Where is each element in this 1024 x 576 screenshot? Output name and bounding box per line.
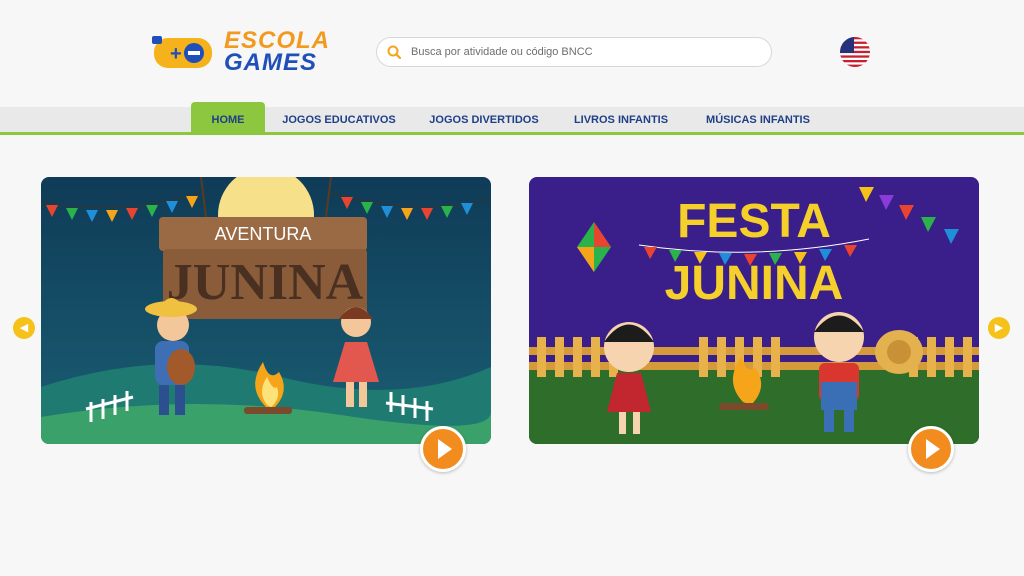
- aventura-junina-illustration: AVENTURA JUNINA: [41, 177, 491, 444]
- card2-title-line1: FESTA: [677, 195, 831, 248]
- us-flag-icon[interactable]: [840, 37, 870, 67]
- site-logo[interactable]: + ESCOLA GAMES: [150, 22, 329, 82]
- nav-item-livros-infantis[interactable]: LIVROS INFANTIS: [568, 102, 674, 134]
- chevron-left-icon[interactable]: ◀: [13, 317, 35, 339]
- logo-text-line2: GAMES: [224, 49, 318, 76]
- search-bar: [376, 37, 772, 67]
- card1-title-line1: AVENTURA: [215, 224, 312, 244]
- card2-title-line2: JUNINA: [665, 257, 844, 310]
- nav-item-jogos-educativos[interactable]: JOGOS EDUCATIVOS: [279, 102, 399, 134]
- festa-junina-illustration: FESTA JUNINA: [529, 177, 979, 444]
- search-input[interactable]: [409, 45, 753, 59]
- svg-text:+: +: [170, 43, 182, 65]
- gamepad-logo-icon: +: [150, 30, 216, 74]
- game-card-aventura-junina[interactable]: AVENTURA JUNINA: [41, 177, 491, 444]
- nav-item-musicas-infantis[interactable]: MÚSICAS INFANTIS: [700, 102, 816, 134]
- play-button-festa-junina[interactable]: [908, 426, 954, 472]
- nav-item-home[interactable]: HOME: [191, 102, 265, 134]
- nav-item-jogos-divertidos[interactable]: JOGOS DIVERTIDOS: [424, 102, 544, 134]
- play-button-aventura-junina[interactable]: [420, 426, 466, 472]
- chevron-right-icon[interactable]: ▶: [988, 317, 1010, 339]
- game-card-festa-junina[interactable]: FESTA JUNINA: [529, 177, 979, 444]
- search-icon: [387, 45, 401, 59]
- card1-title-line2: JUNINA: [167, 254, 364, 311]
